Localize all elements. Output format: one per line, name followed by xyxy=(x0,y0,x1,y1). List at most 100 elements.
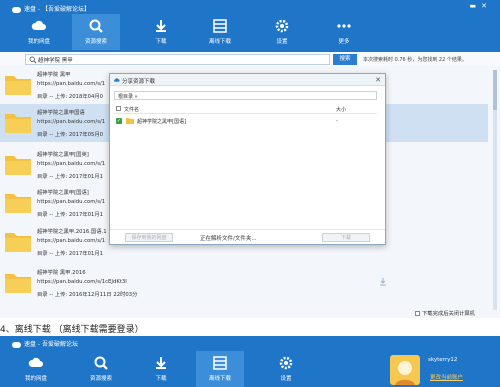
folder-icon xyxy=(5,114,31,133)
result-title: 超神学院之黑甲[国语] xyxy=(37,190,89,196)
switch-account-link[interactable]: 更改当前账户 xyxy=(430,373,463,381)
gear-icon xyxy=(279,356,293,370)
main-nav: 我的网盘 资源搜索 下载 离线下载 设置 xyxy=(0,351,500,387)
result-url[interactable]: https://pan.baidu.com/s/1 xyxy=(37,119,105,125)
search-icon xyxy=(29,56,37,64)
result-url[interactable]: https://pan.baidu.com/s/1 xyxy=(37,161,105,167)
nav-my-disk[interactable]: 我的网盘 xyxy=(15,14,63,50)
nav-resource-search[interactable]: 资源搜索 xyxy=(72,14,120,50)
window-title: 速盘 - 吾爱破解论坛 xyxy=(12,339,78,348)
result-title: 超神学院之黑甲[国英] xyxy=(37,152,89,158)
result-url[interactable]: https://pan.baidu.com/s/1 xyxy=(37,81,105,87)
file-name: 超神学院之黑甲[国语] xyxy=(137,119,186,125)
nav-label: 离线下载 xyxy=(208,39,231,45)
column-size: 大小 xyxy=(336,107,347,113)
result-title: 超神学院 黑甲 xyxy=(37,72,71,78)
second-app-window: 速盘 - 吾爱破解论坛 我的网盘 资源搜索 下载 离线下载 设置 skyterr… xyxy=(0,336,500,387)
download-icon xyxy=(156,20,166,32)
folder-icon xyxy=(5,233,31,252)
share-download-dialog: 分享资源下载 ✕ 根目录 » 文件名 大小 ✓ 超神学院之黑甲[国语] - 保存… xyxy=(109,73,386,245)
shutdown-option[interactable]: 下载完成后关闭计算机 xyxy=(415,309,475,317)
nav-offline-download[interactable]: 离线下载 xyxy=(196,351,244,387)
select-all-checkbox[interactable] xyxy=(116,106,121,111)
file-checkbox[interactable]: ✓ xyxy=(116,118,122,124)
app-logo-icon xyxy=(12,341,21,348)
nav-label: 资源搜索 xyxy=(84,39,107,45)
top-bar: 速盘 - 【吾爱破解论坛】 ▬✕ 我的网盘 资源搜索 下载 离线下载 设置 更多 xyxy=(0,0,500,52)
nav-settings[interactable]: 设置 xyxy=(258,14,306,50)
window-controls: ▬✕ xyxy=(470,2,493,10)
shutdown-label: 下载完成后关闭计算机 xyxy=(422,311,475,317)
cloud-icon xyxy=(31,20,46,30)
result-row[interactable]: 超神学院 黑甲.2016 https://pan.baidu.com/s/1cE… xyxy=(0,264,488,302)
column-filename: 文件名 xyxy=(124,107,140,113)
nav-label: 下载 xyxy=(155,39,167,45)
dialog-path: 根目录 » xyxy=(118,94,138,100)
cloud-icon xyxy=(28,357,43,367)
nav-label: 下载 xyxy=(155,376,167,382)
download-icon xyxy=(156,357,166,369)
search-icon xyxy=(89,19,103,33)
result-meta: 目录 -- 上传: 2018年04月0 xyxy=(37,94,104,100)
file-row[interactable]: ✓ 超神学院之黑甲[国语] - xyxy=(114,116,377,126)
dialog-path-bar[interactable]: 根目录 » xyxy=(114,91,377,100)
user-name: skyterry12 xyxy=(428,357,458,363)
nav-offline-download[interactable]: 离线下载 xyxy=(196,14,244,50)
nav-label: 设置 xyxy=(276,39,288,45)
dialog-close-button[interactable]: ✕ xyxy=(375,76,381,84)
nav-label: 离线下载 xyxy=(208,376,231,382)
window-title: 速盘 - 【吾爱破解论坛】 xyxy=(12,4,90,13)
nav-settings[interactable]: 设置 xyxy=(262,351,310,387)
scrollbar[interactable] xyxy=(493,70,497,310)
shutdown-checkbox[interactable] xyxy=(415,311,420,316)
search-button[interactable]: 搜索 xyxy=(333,54,357,65)
search-row: 超神学院 黑甲 搜索 本次搜索耗时 0.76 秒，为您找到 22 个结果。 xyxy=(0,52,500,66)
nav-resource-search[interactable]: 资源搜索 xyxy=(77,351,125,387)
nav-download[interactable]: 下载 xyxy=(137,14,185,50)
close-button[interactable]: ✕ xyxy=(481,2,492,10)
search-query: 超神学院 黑甲 xyxy=(38,58,73,64)
avatar[interactable] xyxy=(390,355,420,385)
result-url[interactable]: https://pan.baidu.com/s/1cEJdKt3I xyxy=(37,279,127,285)
download-button[interactable]: 下载 xyxy=(322,233,370,242)
list-icon xyxy=(213,19,227,33)
dialog-footer: 保存到我的网盘 正在解析文件/文件夹... 下载 xyxy=(110,229,385,244)
dialog-title: 分享资源下载 xyxy=(122,79,156,85)
result-meta: 目录 -- 上传: 2017年01月1 xyxy=(37,174,104,180)
nav-label: 资源搜索 xyxy=(89,376,112,382)
app-window: 速盘 - 【吾爱破解论坛】 ▬✕ 我的网盘 资源搜索 下载 离线下载 设置 更多… xyxy=(0,0,500,318)
nav-download[interactable]: 下载 xyxy=(137,351,185,387)
file-table-header: 文件名 大小 xyxy=(114,104,377,114)
result-url[interactable]: https://pan.baidu.com/s/1 xyxy=(37,199,105,205)
file-size: - xyxy=(336,118,338,124)
folder-icon xyxy=(5,156,31,175)
search-icon xyxy=(94,356,108,370)
download-icon[interactable] xyxy=(378,277,388,287)
nav-label: 更多 xyxy=(338,39,350,45)
minimize-button[interactable]: ▬ xyxy=(470,2,482,10)
dialog-title-bar: 分享资源下载 ✕ xyxy=(110,74,385,86)
result-title: 超神学院 黑甲.2016 xyxy=(37,270,86,276)
search-status: 本次搜索耗时 0.76 秒，为您找到 22 个结果。 xyxy=(363,57,467,63)
result-meta: 目录 -- 上传: 2017年01月1 xyxy=(37,212,104,218)
result-title: 超神学院之黑甲.2016.国语.1 xyxy=(37,229,107,235)
nav-label: 设置 xyxy=(280,376,292,382)
result-meta: 目录 -- 上传: 2016年12月11日 22时03分 xyxy=(37,292,138,298)
gear-icon xyxy=(275,19,289,33)
scroll-thumb[interactable] xyxy=(493,70,497,110)
section-caption: 4、离线下载 （离线下载需要登录） xyxy=(0,325,144,335)
search-input[interactable]: 超神学院 黑甲 xyxy=(25,54,330,65)
nav-label: 我的网盘 xyxy=(27,39,50,45)
save-to-disk-button[interactable]: 保存到我的网盘 xyxy=(125,233,173,242)
nav-my-disk[interactable]: 我的网盘 xyxy=(12,351,60,387)
nav-label: 我的网盘 xyxy=(24,376,47,382)
list-icon xyxy=(213,356,227,370)
main-nav: 我的网盘 资源搜索 下载 离线下载 设置 更多 xyxy=(0,14,500,52)
cloud-icon xyxy=(114,78,120,82)
folder-icon xyxy=(5,274,31,293)
nav-more[interactable]: 更多 xyxy=(320,14,368,50)
result-url[interactable]: https://pan.baidu.com/s/1 xyxy=(37,238,105,244)
more-icon xyxy=(337,24,351,28)
app-logo-icon xyxy=(12,6,21,13)
parse-status: 正在解析文件/文件夹... xyxy=(200,236,257,242)
